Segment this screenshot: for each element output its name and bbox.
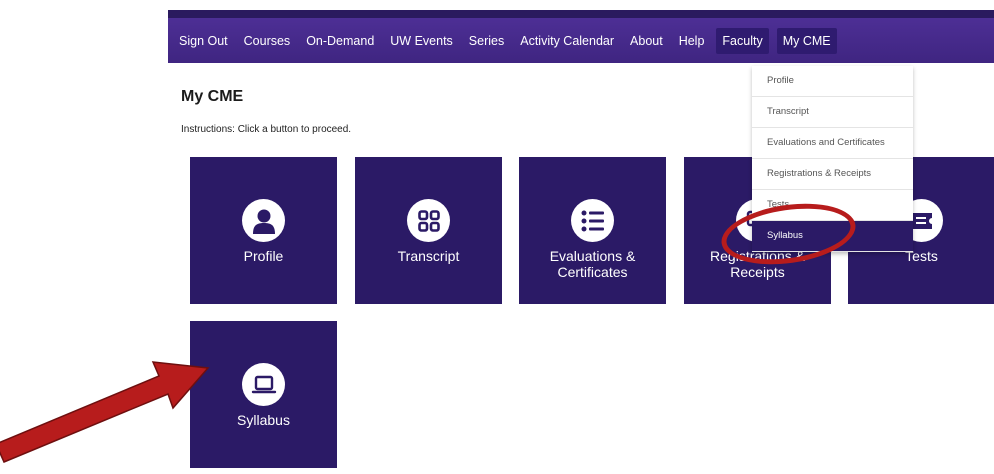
tile-label-line2: Receipts — [730, 264, 785, 280]
nav-uw-events[interactable]: UW Events — [382, 28, 461, 54]
nav-my-cme[interactable]: My CME — [776, 27, 837, 54]
tile-label: Transcript — [397, 248, 460, 264]
nav-about[interactable]: About — [622, 28, 671, 54]
tile-label-line1: Evaluations & — [549, 248, 636, 264]
top-strip — [168, 10, 994, 18]
instructions-text: Instructions: Click a button to proceed. — [181, 124, 352, 135]
list-icon — [571, 199, 614, 242]
tile-evaluations-certificates[interactable]: Evaluations & Certificates — [519, 157, 666, 304]
nav-courses[interactable]: Courses — [236, 28, 299, 54]
nav-faculty[interactable]: Faculty — [716, 27, 769, 54]
tile-transcript[interactable]: Transcript — [355, 157, 502, 304]
laptop-icon — [242, 363, 285, 406]
person-icon — [242, 199, 285, 242]
page-title: My CME — [181, 88, 244, 105]
nav-series[interactable]: Series — [461, 28, 512, 54]
nav-activity-calendar[interactable]: Activity Calendar — [512, 28, 622, 54]
nav-sign-out[interactable]: Sign Out — [168, 28, 236, 54]
tile-label: Evaluations & Certificates — [550, 248, 636, 280]
dropdown-item-registrations[interactable]: Registrations & Receipts — [752, 159, 913, 190]
dropdown-item-evaluations[interactable]: Evaluations and Certificates — [752, 128, 913, 159]
tile-label: Profile — [243, 248, 284, 264]
nav-on-demand[interactable]: On-Demand — [298, 28, 382, 54]
main-navbar: Sign Out Courses On-Demand UW Events Ser… — [168, 18, 994, 63]
dropdown-item-profile[interactable]: Profile — [752, 66, 913, 97]
tile-label: Syllabus — [237, 412, 290, 428]
tile-label-line2: Certificates — [557, 264, 628, 280]
dropdown-item-transcript[interactable]: Transcript — [752, 97, 913, 128]
annotation-arrow-icon — [0, 361, 210, 463]
tile-profile[interactable]: Profile — [190, 157, 337, 304]
nav-help[interactable]: Help — [671, 28, 713, 54]
grid-icon — [407, 199, 450, 242]
